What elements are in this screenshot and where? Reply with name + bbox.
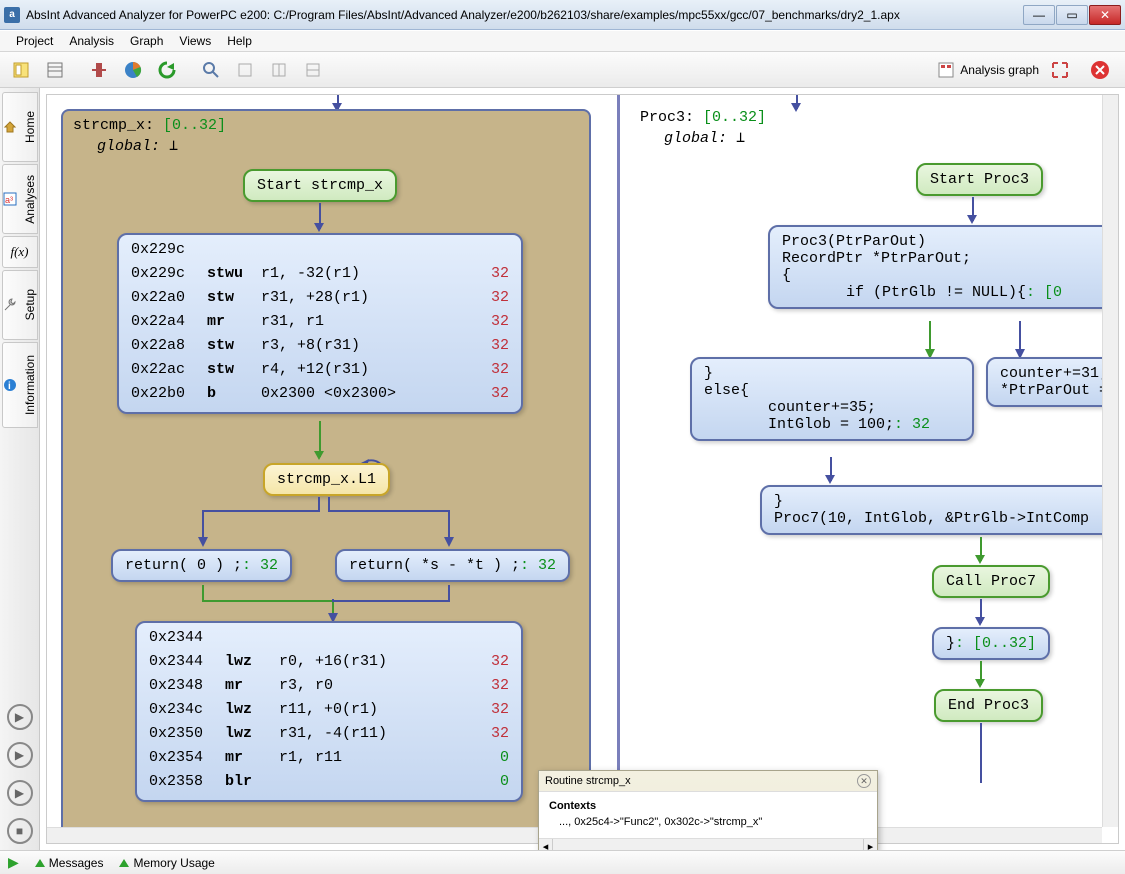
left-sidebar: Home a³ Analyses f(x) Setup i Informatio…: [0, 88, 40, 850]
status-messages[interactable]: Messages: [35, 856, 104, 870]
minimize-button[interactable]: —: [1023, 5, 1055, 25]
wrench-icon: [3, 298, 17, 312]
status-memory[interactable]: Memory Usage: [119, 856, 214, 870]
sidebar-tab-fx[interactable]: f(x): [2, 236, 38, 268]
sidebar-tab-analyses[interactable]: a³ Analyses: [2, 164, 38, 234]
func-panel-strcmp_x: strcmp_x: [0..32] global: ⊥ Start strcmp…: [61, 109, 591, 843]
window-title: AbsInt Advanced Analyzer for PowerPC e20…: [26, 8, 1022, 22]
toolbar: Analysis graph: [0, 52, 1125, 88]
toolbar-refresh-icon[interactable]: [152, 56, 182, 84]
fx-icon: f(x): [10, 244, 28, 260]
sidebar-tab-info[interactable]: i Information: [2, 342, 38, 428]
graph-thumb-icon: [938, 62, 954, 78]
toolbar-btn-2[interactable]: [40, 56, 70, 84]
toolbar-search-icon[interactable]: [196, 56, 226, 84]
menu-help[interactable]: Help: [219, 32, 260, 50]
run-indicator-icon[interactable]: ▶: [8, 854, 19, 871]
toolbar-pie-icon[interactable]: [118, 56, 148, 84]
toolbar-close-icon[interactable]: [1085, 56, 1115, 84]
node-call-proc7[interactable]: Call Proc7: [932, 565, 1050, 598]
func-global-right: global: ⊥: [640, 128, 1118, 147]
window-buttons: — ▭ ✕: [1022, 5, 1121, 25]
tooltip-popup[interactable]: Routine strcmp_x ✕ Contexts ..., 0x25c4-…: [538, 770, 878, 850]
triangle-icon: [35, 859, 45, 867]
sidebar-label-home: Home: [23, 111, 37, 143]
popup-section: Contexts: [549, 800, 867, 812]
func-range-right: [0..32]: [703, 109, 766, 126]
popup-body-text: ..., 0x25c4->"Func2", 0x302c->"strcmp_x": [549, 812, 867, 834]
node-return-0[interactable]: return( 0 ) ;: 32: [111, 549, 292, 582]
node-proc3-sig[interactable]: Proc3(PtrParOut) RecordPtr *PtrParOut; {…: [768, 225, 1118, 309]
sidebar-tab-setup[interactable]: Setup: [2, 270, 38, 340]
v-scrollbar[interactable]: [1102, 95, 1118, 827]
scroll-right-icon[interactable]: ▸: [863, 839, 877, 850]
maximize-button[interactable]: ▭: [1056, 5, 1088, 25]
node-label-L1[interactable]: strcmp_x.L1: [263, 463, 390, 496]
toolbar-btn-8[interactable]: [264, 56, 294, 84]
play-button-2[interactable]: ▶: [7, 742, 33, 768]
node-start-proc3[interactable]: Start Proc3: [916, 163, 1043, 196]
func-range: [0..32]: [163, 117, 226, 134]
block2-addr: 0x2344: [149, 629, 509, 646]
toolbar-btn-9[interactable]: [298, 56, 328, 84]
func-name-right: Proc3: [640, 109, 685, 126]
home-icon: [3, 120, 17, 134]
menu-project[interactable]: Project: [8, 32, 61, 50]
statusbar: ▶ Messages Memory Usage: [0, 850, 1125, 874]
menu-views[interactable]: Views: [171, 32, 219, 50]
func-name: strcmp_x: [73, 117, 145, 134]
analyses-icon: a³: [3, 192, 17, 206]
app-icon: a: [4, 7, 20, 23]
node-close-brace[interactable]: }: [0..32]: [932, 627, 1050, 660]
stop-button[interactable]: ■: [7, 818, 33, 844]
sidebar-label-setup: Setup: [23, 289, 37, 320]
sidebar-label-analyses: Analyses: [23, 175, 37, 224]
node-block-0x229c[interactable]: 0x229c 0x229cstwur1, -32(r1)32 0x22a0stw…: [117, 233, 523, 414]
popup-close-icon[interactable]: ✕: [857, 774, 871, 788]
toolbar-btn-1[interactable]: [6, 56, 36, 84]
node-block-0x2344[interactable]: 0x2344 0x2344lwzr0, +16(r31)32 0x2348mrr…: [135, 621, 523, 802]
node-else-block[interactable]: } else{ counter+=35; IntGlob = 100;: 32: [690, 357, 974, 441]
menubar: Project Analysis Graph Views Help: [0, 30, 1125, 52]
node-right-block[interactable]: counter+=31; *PtrParOut =: [986, 357, 1118, 407]
node-return-st[interactable]: return( *s - *t ) ;: 32: [335, 549, 570, 582]
menu-graph[interactable]: Graph: [122, 32, 171, 50]
node-label: Start strcmp_x: [257, 177, 383, 194]
scroll-left-icon[interactable]: ◂: [539, 839, 553, 850]
content-area: strcmp_x: [0..32] global: ⊥ Start strcmp…: [40, 88, 1125, 850]
triangle-icon-2: [119, 859, 129, 867]
svg-text:a³: a³: [5, 195, 13, 205]
popup-scrollbar[interactable]: ◂ ▸: [539, 838, 877, 850]
toolbar-right-label: Analysis graph: [960, 63, 1039, 77]
titlebar: a AbsInt Advanced Analyzer for PowerPC e…: [0, 0, 1125, 30]
block-addr: 0x229c: [131, 241, 509, 258]
toolbar-fullscreen-icon[interactable]: [1045, 56, 1075, 84]
play-button-1[interactable]: ▶: [7, 704, 33, 730]
toolbar-btn-7[interactable]: [230, 56, 260, 84]
toolbar-btn-3[interactable]: [84, 56, 114, 84]
func-panel-proc3: Proc3: [0..32] global: ⊥: [632, 109, 1118, 147]
node-start-strcmp_x[interactable]: Start strcmp_x: [243, 169, 397, 202]
node-proc7-call-line[interactable]: } Proc7(10, IntGlob, &PtrGlb->IntComp: [760, 485, 1118, 535]
func-global: global: ⊥: [73, 136, 579, 155]
graph-pane[interactable]: strcmp_x: [0..32] global: ⊥ Start strcmp…: [46, 94, 1119, 844]
menu-analysis[interactable]: Analysis: [61, 32, 122, 50]
svg-text:i: i: [8, 381, 11, 392]
sidebar-tab-home[interactable]: Home: [2, 92, 38, 162]
play-button-3[interactable]: ▶: [7, 780, 33, 806]
node-end-proc3[interactable]: End Proc3: [934, 689, 1043, 722]
popup-title: Routine strcmp_x: [545, 775, 857, 787]
info-icon: i: [3, 378, 17, 392]
close-button[interactable]: ✕: [1089, 5, 1121, 25]
sidebar-label-info: Information: [23, 355, 37, 415]
node-label-text: strcmp_x.L1: [277, 471, 376, 488]
